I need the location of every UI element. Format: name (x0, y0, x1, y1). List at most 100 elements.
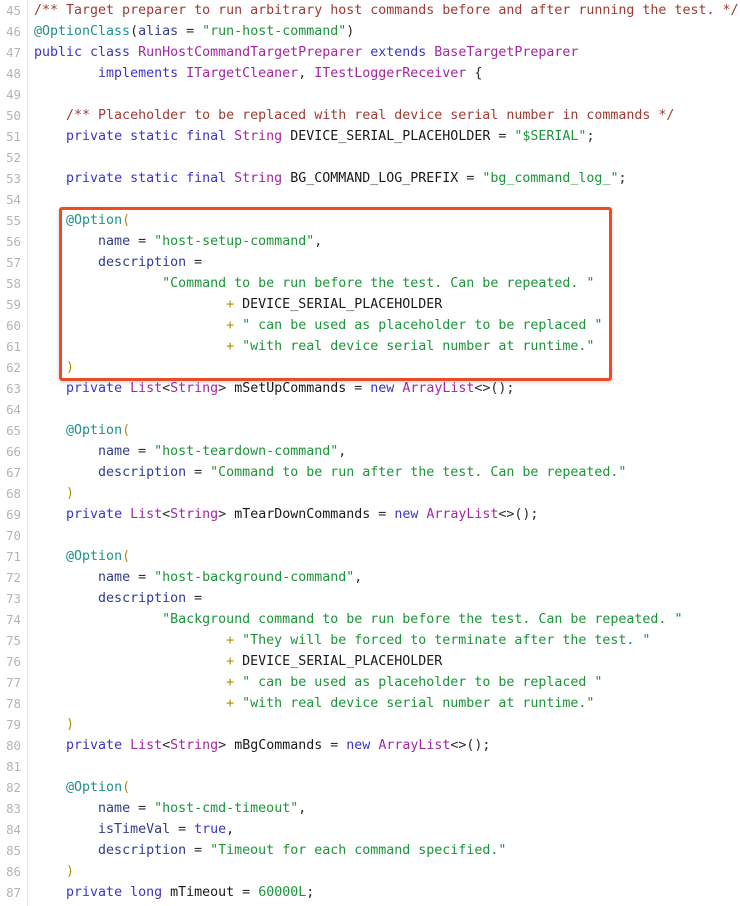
code-line-list[interactable]: 45 /** Target preparer to run arbitrary h… (0, 0, 740, 903)
code-line-text: + " can be used as placeholder to be rep… (21, 315, 602, 336)
code-line[interactable]: 71 @Option( (0, 546, 740, 567)
code-token: > (218, 507, 235, 522)
code-line[interactable]: 62 ) (0, 357, 740, 378)
code-token: mSetUpCommands (234, 381, 347, 396)
code-token: + (226, 339, 243, 354)
code-token: = (186, 465, 211, 480)
code-line[interactable]: 55 @Option( (0, 210, 740, 231)
code-token: description (98, 843, 187, 858)
code-line[interactable]: 52 (0, 147, 740, 168)
code-line[interactable]: 54 (0, 189, 740, 210)
code-line[interactable]: 67 description = "Command to be run afte… (0, 462, 740, 483)
code-line[interactable]: 76 + DEVICE_SERIAL_PLACEHOLDER (0, 651, 740, 672)
code-line[interactable]: 69 private List<String> mTearDownCommand… (0, 504, 740, 525)
line-number: 83 (6, 801, 21, 816)
code-line[interactable]: 61 + "with real device serial number at … (0, 336, 740, 357)
code-line[interactable]: 59 + DEVICE_SERIAL_PLACEHOLDER (0, 294, 740, 315)
code-token: @Option (66, 213, 123, 228)
code-line[interactable]: 79 ) (0, 714, 740, 735)
code-token: new (346, 738, 379, 753)
code-token: " can be used as placeholder to be repla… (242, 675, 603, 690)
code-line[interactable]: 85 description = "Timeout for each comma… (0, 840, 740, 861)
code-line[interactable]: 82 @Option( (0, 777, 740, 798)
code-line[interactable]: 66 name = "host-teardown-command", (0, 441, 740, 462)
line-number: 47 (6, 45, 21, 60)
code-line[interactable]: 58 "Command to be run before the test. C… (0, 273, 740, 294)
code-line[interactable]: 64 (0, 399, 740, 420)
line-number: 67 (6, 465, 21, 480)
code-token: private static final (66, 171, 235, 186)
code-line[interactable]: 81 (0, 756, 740, 777)
code-token: > (218, 738, 235, 753)
line-number: 55 (6, 213, 21, 228)
code-line[interactable]: 46 @OptionClass(alias = "run-host-command… (0, 21, 740, 42)
code-line[interactable]: 77 + " can be used as placeholder to be … (0, 672, 740, 693)
code-line[interactable]: 50 /** Placeholder to be replaced with r… (0, 105, 740, 126)
code-viewer[interactable]: 45 /** Target preparer to run arbitrary h… (0, 0, 740, 906)
code-token: , (226, 822, 235, 837)
line-number: 69 (6, 507, 21, 522)
code-token: String (234, 171, 291, 186)
code-token: mTimeout (170, 885, 235, 900)
line-number: 84 (6, 822, 21, 837)
code-line[interactable]: 86 ) (0, 861, 740, 882)
code-line[interactable]: 72 name = "host-background-command", (0, 567, 740, 588)
code-token: = (458, 171, 483, 186)
code-token: description (98, 465, 187, 480)
code-token: ) (66, 486, 75, 501)
code-token: + (226, 675, 243, 690)
code-line[interactable]: 48 implements ITargetCleaner, ITestLogge… (0, 63, 740, 84)
code-token: String (170, 507, 219, 522)
code-token: "Command to be run after the test. Can b… (210, 465, 627, 480)
code-token: name (98, 801, 131, 816)
code-token: ( (122, 423, 131, 438)
code-line[interactable]: 57 description = (0, 252, 740, 273)
code-line-text: name = "host-cmd-timeout", (21, 798, 306, 819)
code-token: RunHostCommandTargetPreparer (138, 45, 371, 60)
code-token: private (66, 381, 131, 396)
code-line[interactable]: 75 + "They will be forced to terminate a… (0, 630, 740, 651)
code-line[interactable]: 68 ) (0, 483, 740, 504)
code-line-text: public class RunHostCommandTargetPrepare… (21, 42, 578, 63)
code-line[interactable]: 53 private static final String BG_COMMAN… (0, 168, 740, 189)
code-line[interactable]: 63 private List<String> mSetUpCommands =… (0, 378, 740, 399)
code-line[interactable]: 84 isTimeVal = true, (0, 819, 740, 840)
code-token: String (170, 381, 219, 396)
code-line[interactable]: 74 "Background command to be run before … (0, 609, 740, 630)
code-line[interactable]: 70 (0, 525, 740, 546)
code-token: "$SERIAL" (514, 129, 587, 144)
code-token: <>(); (498, 507, 539, 522)
code-line[interactable]: 60 + " can be used as placeholder to be … (0, 315, 740, 336)
line-number: 59 (6, 297, 21, 312)
code-line[interactable]: 56 name = "host-setup-command", (0, 231, 740, 252)
code-token: = (346, 381, 371, 396)
code-token: ITestLoggerReceiver (314, 66, 475, 81)
code-line[interactable]: 65 @Option( (0, 420, 740, 441)
code-line[interactable]: 87 private long mTimeout = 60000L; (0, 882, 740, 903)
code-line[interactable]: 83 name = "host-cmd-timeout", (0, 798, 740, 819)
code-token: ITargetCleaner (186, 66, 299, 81)
code-line[interactable]: 80 private List<String> mBgCommands = ne… (0, 735, 740, 756)
line-number: 68 (6, 486, 21, 501)
code-line[interactable]: 78 + "with real device serial number at … (0, 693, 740, 714)
code-line-text: name = "host-background-command", (21, 567, 362, 588)
code-token: "host-cmd-timeout" (154, 801, 299, 816)
code-token: ) (346, 24, 355, 39)
code-token: mBgCommands (234, 738, 323, 753)
code-line[interactable]: 45 /** Target preparer to run arbitrary h… (0, 0, 740, 21)
code-line-text: isTimeVal = true, (21, 819, 234, 840)
code-line[interactable]: 49 (0, 84, 740, 105)
code-line[interactable]: 47 public class RunHostCommandTargetPrepa… (0, 42, 740, 63)
code-token: implements (34, 66, 187, 81)
code-line[interactable]: 51 private static final String DEVICE_SE… (0, 126, 740, 147)
code-line[interactable]: 73 description = (0, 588, 740, 609)
code-token: public class (34, 45, 139, 60)
